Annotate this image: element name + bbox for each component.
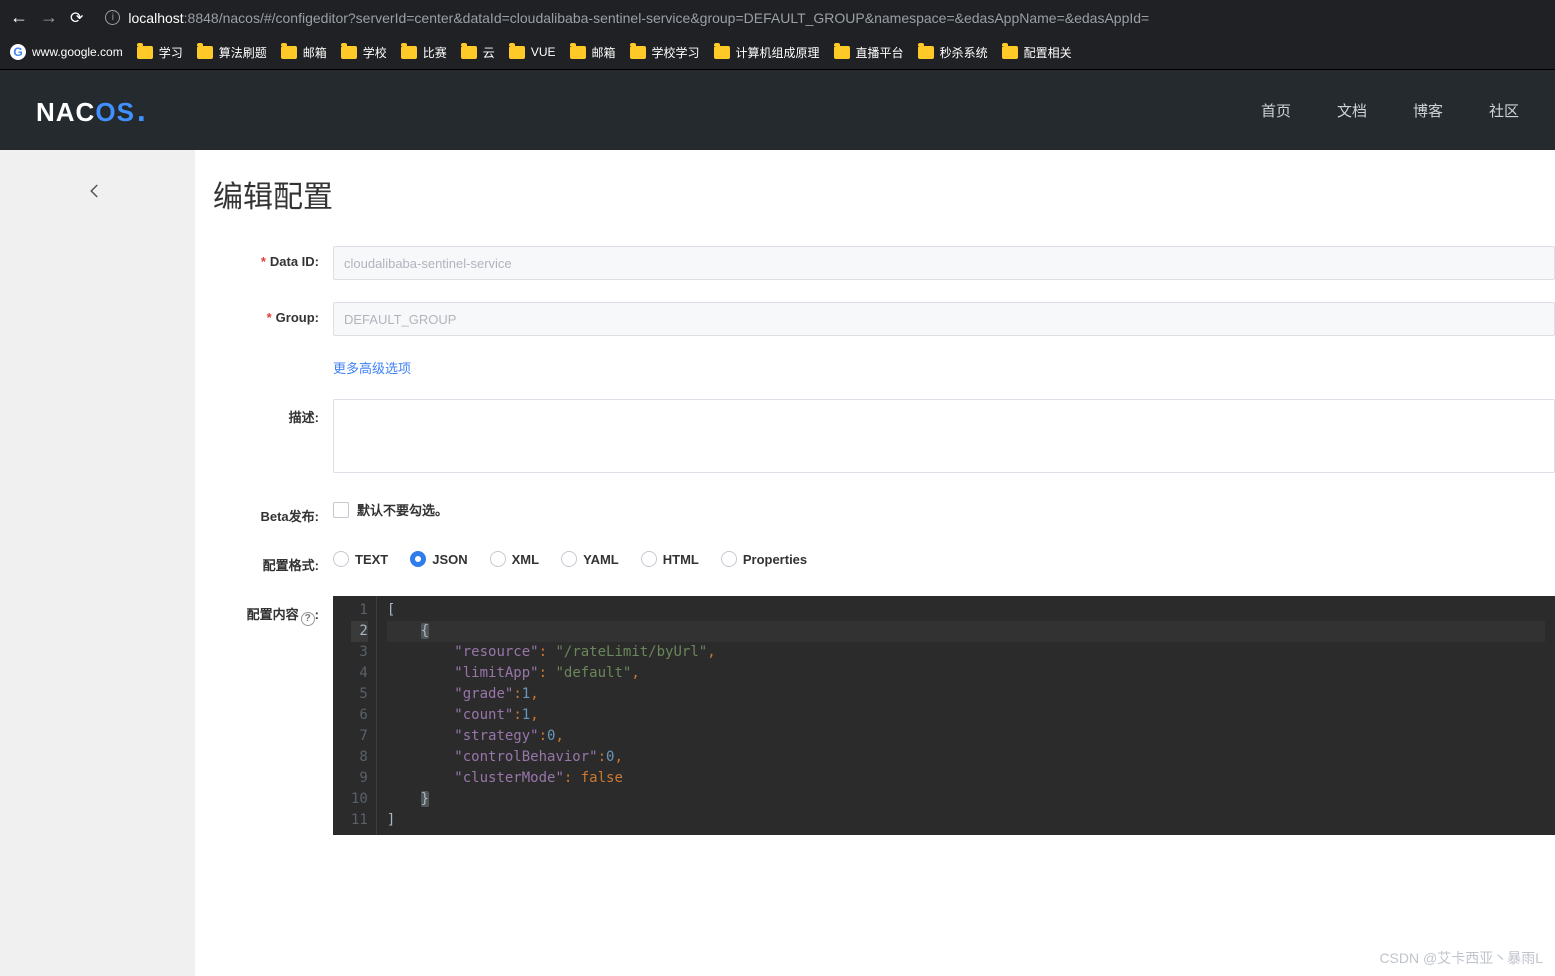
bookmark-google[interactable]: G www.google.com [10,44,123,60]
bookmark-folder[interactable]: VUE [509,45,556,59]
bookmark-folder[interactable]: 计算机组成原理 [714,44,820,61]
bookmark-label: 比赛 [423,44,447,61]
folder-icon [401,46,417,59]
bookmark-label: 配置相关 [1024,44,1072,61]
format-radio-html[interactable]: HTML [641,551,699,567]
bookmark-folder[interactable]: 邮箱 [281,44,327,61]
data-id-input[interactable] [333,246,1555,280]
bookmark-folder[interactable]: 直播平台 [834,44,904,61]
bookmark-folder[interactable]: 学习 [137,44,183,61]
bookmarks-bar: G www.google.com 学习 算法刷题 邮箱 学校 比赛 云 VUE 邮箱 学校学习 计… [0,35,1555,70]
nacos-logo[interactable]: NACOS. [36,92,147,129]
format-radio-text[interactable]: TEXT [333,551,388,567]
chevron-left-icon [86,182,104,200]
editor-gutter: 1234567891011 [333,596,377,835]
folder-icon [197,46,213,59]
nav-blog[interactable]: 博客 [1413,100,1443,121]
radio-icon [721,551,737,567]
bookmark-label: www.google.com [32,45,123,59]
bookmark-folder[interactable]: 云 [461,44,495,61]
bookmark-folder[interactable]: 学校 [341,44,387,61]
bookmark-label: 算法刷题 [219,44,267,61]
advanced-options-link[interactable]: 更多高级选项 [333,361,411,376]
bookmark-label: 学习 [159,44,183,61]
sidebar-back-button[interactable] [0,182,195,203]
browser-toolbar: ← → ⟳ i localhost:8848/nacos/#/configedi… [0,0,1555,35]
reload-icon[interactable]: ⟳ [70,8,83,28]
bookmark-folder[interactable]: 秒杀系统 [918,44,988,61]
bookmark-label: 秒杀系统 [940,44,988,61]
site-info-icon[interactable]: i [105,10,120,25]
nav-docs[interactable]: 文档 [1337,100,1367,121]
format-radio-properties[interactable]: Properties [721,551,807,567]
folder-icon [714,46,730,59]
folder-icon [918,46,934,59]
bookmark-label: 邮箱 [303,44,327,61]
label-format: 配置格式: [213,547,333,574]
bookmark-folder[interactable]: 配置相关 [1002,44,1072,61]
forward-arrow-icon[interactable]: → [40,7,58,28]
radio-label: HTML [663,552,699,567]
folder-icon [1002,46,1018,59]
bookmark-folder[interactable]: 学校学习 [630,44,700,61]
back-arrow-icon[interactable]: ← [10,7,28,28]
folder-icon [341,46,357,59]
sidebar [0,150,195,976]
folder-icon [509,46,525,59]
bookmark-folder[interactable]: 算法刷题 [197,44,267,61]
folder-icon [137,46,153,59]
bookmark-folder[interactable]: 邮箱 [570,44,616,61]
folder-icon [281,46,297,59]
google-icon: G [10,44,26,60]
radio-label: TEXT [355,552,388,567]
group-input[interactable] [333,302,1555,336]
beta-hint: 默认不要勾选。 [357,500,448,519]
bookmark-label: 计算机组成原理 [736,44,820,61]
format-radio-group: TEXT JSON XML YAML HTML Properties [333,547,1555,567]
radio-label: XML [512,552,539,567]
bookmark-label: 云 [483,44,495,61]
address-bar[interactable]: i localhost:8848/nacos/#/configeditor?se… [95,4,1545,32]
url-text: localhost:8848/nacos/#/configeditor?serv… [128,10,1149,26]
radio-label: Properties [743,552,807,567]
nacos-nav: 首页 文档 博客 社区 [1261,100,1519,121]
bookmark-folder[interactable]: 比赛 [401,44,447,61]
radio-icon [410,551,426,567]
bookmark-label: 学校学习 [652,44,700,61]
label-content: 配置内容?: [213,596,333,626]
radio-icon [641,551,657,567]
nav-community[interactable]: 社区 [1489,100,1519,121]
folder-icon [570,46,586,59]
radio-icon [561,551,577,567]
page-title: 编辑配置 [213,172,1555,216]
help-icon[interactable]: ? [301,612,315,626]
bookmark-label: VUE [531,45,556,59]
folder-icon [834,46,850,59]
format-radio-yaml[interactable]: YAML [561,551,619,567]
folder-icon [461,46,477,59]
bookmark-label: 学校 [363,44,387,61]
bookmark-label: 邮箱 [592,44,616,61]
nacos-header: NACOS. 首页 文档 博客 社区 [0,70,1555,150]
label-group: *Group: [213,302,333,325]
label-description: 描述: [213,399,333,426]
code-editor[interactable]: 1234567891011 [ { "resource": "/rateLimi… [333,596,1555,835]
description-textarea[interactable] [333,399,1555,473]
radio-label: JSON [432,552,467,567]
radio-icon [333,551,349,567]
nav-home[interactable]: 首页 [1261,100,1291,121]
radio-icon [490,551,506,567]
editor-code[interactable]: [ { "resource": "/rateLimit/byUrl", "lim… [377,596,1555,835]
radio-label: YAML [583,552,619,567]
label-beta: Beta发布: [213,498,333,525]
label-data-id: *Data ID: [213,246,333,269]
folder-icon [630,46,646,59]
bookmark-label: 直播平台 [856,44,904,61]
content-area: 编辑配置 *Data ID: *Group: 更多高级选项 描述: [195,150,1555,976]
beta-checkbox[interactable] [333,502,349,518]
format-radio-json[interactable]: JSON [410,551,467,567]
format-radio-xml[interactable]: XML [490,551,539,567]
